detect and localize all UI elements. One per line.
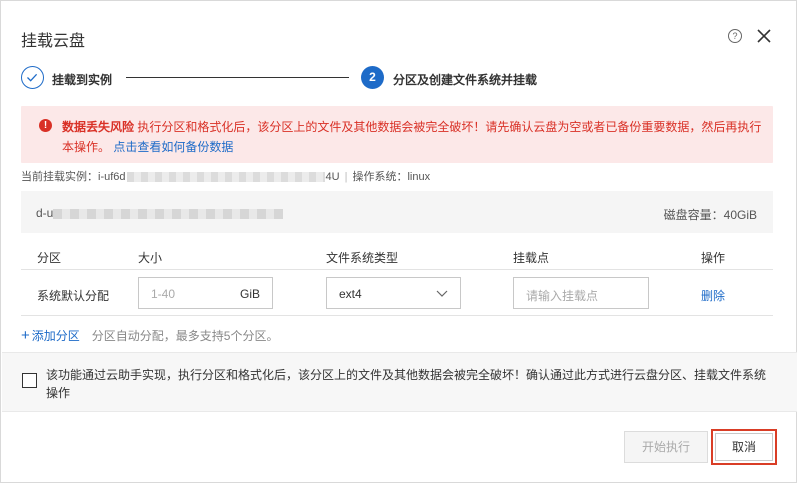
table-row: 系统默认分配 1-40 GiB ext4 请输入挂载点 删除 <box>21 270 773 316</box>
step-2-number: 2 <box>361 66 384 89</box>
disk-id: d-u <box>36 206 284 220</box>
instance-label: 当前挂载实例： <box>21 171 98 183</box>
instance-info: 当前挂载实例：i-uf6d 4U | 操作系统：linux <box>21 168 430 184</box>
step-2-label: 分区及创建文件系统并挂载 <box>393 73 538 87</box>
start-button[interactable]: 开始执行 <box>624 431 708 463</box>
instance-id-prefix: i-uf6d <box>98 171 126 183</box>
disk-info-box: d-u 磁盘容量：40GiB <box>21 191 773 233</box>
cancel-button-highlight: 取消 <box>711 429 777 465</box>
disk-id-prefix: d-u <box>36 206 54 220</box>
header-mount-point: 挂载点 <box>513 251 550 265</box>
size-input[interactable]: 1-40 GiB <box>138 277 273 309</box>
dialog-title: 挂载云盘 <box>21 33 86 50</box>
warning-text: 数据丢失风险 执行分区和格式化后，该分区上的文件及其他数据会被完全破坏！请先确认… <box>62 117 762 157</box>
header-fs-type: 文件系统类型 <box>326 251 399 265</box>
error-icon: ! <box>39 119 52 132</box>
mount-point-input[interactable]: 请输入挂载点 <box>513 277 649 309</box>
mount-disk-dialog: 挂载云盘 ? 挂载到实例 2 分区及创建文件系统并挂载 ! 数据丢失风险 执行分… <box>0 0 797 483</box>
delete-partition-link[interactable]: 删除 <box>701 287 725 304</box>
chevron-down-icon <box>436 290 448 297</box>
step-1-label: 挂载到实例 <box>52 73 113 87</box>
confirm-text: 该功能通过云助手实现，执行分区和格式化后，该分区上的文件及其他数据会被完全破坏！… <box>46 368 767 400</box>
confirm-checkbox[interactable] <box>22 373 37 388</box>
os-value: linux <box>407 171 431 183</box>
warning-title: 数据丢失风险 <box>62 120 135 134</box>
help-icon[interactable]: ? <box>728 29 742 43</box>
fs-type-select[interactable]: ext4 <box>326 277 461 309</box>
header-action: 操作 <box>701 251 726 265</box>
capacity-label: 磁盘容量： <box>663 208 724 222</box>
add-partition-row: + 添加分区 分区自动分配，最多支持5个分区。 <box>21 327 278 344</box>
fs-type-value: ext4 <box>339 287 362 301</box>
backup-help-link[interactable]: 点击查看如何备份数据 <box>113 140 233 154</box>
close-icon[interactable] <box>756 28 772 44</box>
step-connector <box>126 77 349 78</box>
partition-name: 系统默认分配 <box>37 289 110 303</box>
disk-capacity: 磁盘容量：40GiB <box>664 206 757 223</box>
instance-id-suffix: 4U <box>325 171 340 183</box>
os-label: 操作系统： <box>352 171 408 183</box>
confirm-band: 该功能通过云助手实现，执行分区和格式化后，该分区上的文件及其他数据会被完全破坏！… <box>2 352 797 412</box>
add-partition-label: 添加分区 <box>31 329 80 343</box>
header-partition: 分区 <box>37 251 62 265</box>
checkmark-icon <box>27 73 38 82</box>
plus-icon: + <box>21 327 30 344</box>
mount-placeholder: 请输入挂载点 <box>526 289 599 303</box>
redacted-disk-id <box>53 208 284 219</box>
divider: | <box>344 171 348 183</box>
add-partition-button[interactable]: + 添加分区 <box>21 327 80 344</box>
capacity-value: 40GiB <box>723 208 757 222</box>
size-placeholder: 1-40 <box>151 287 176 301</box>
partition-table-header: 分区 大小 文件系统类型 挂载点 操作 <box>21 242 773 270</box>
data-loss-warning: ! 数据丢失风险 执行分区和格式化后，该分区上的文件及其他数据会被完全破坏！请先… <box>21 106 773 163</box>
size-unit: GiB <box>239 287 260 301</box>
step-done-icon <box>21 66 44 89</box>
header-size: 大小 <box>138 251 163 265</box>
add-partition-hint: 分区自动分配，最多支持5个分区。 <box>91 329 279 343</box>
redacted-instance-id <box>126 172 325 183</box>
cancel-button[interactable]: 取消 <box>715 433 773 461</box>
